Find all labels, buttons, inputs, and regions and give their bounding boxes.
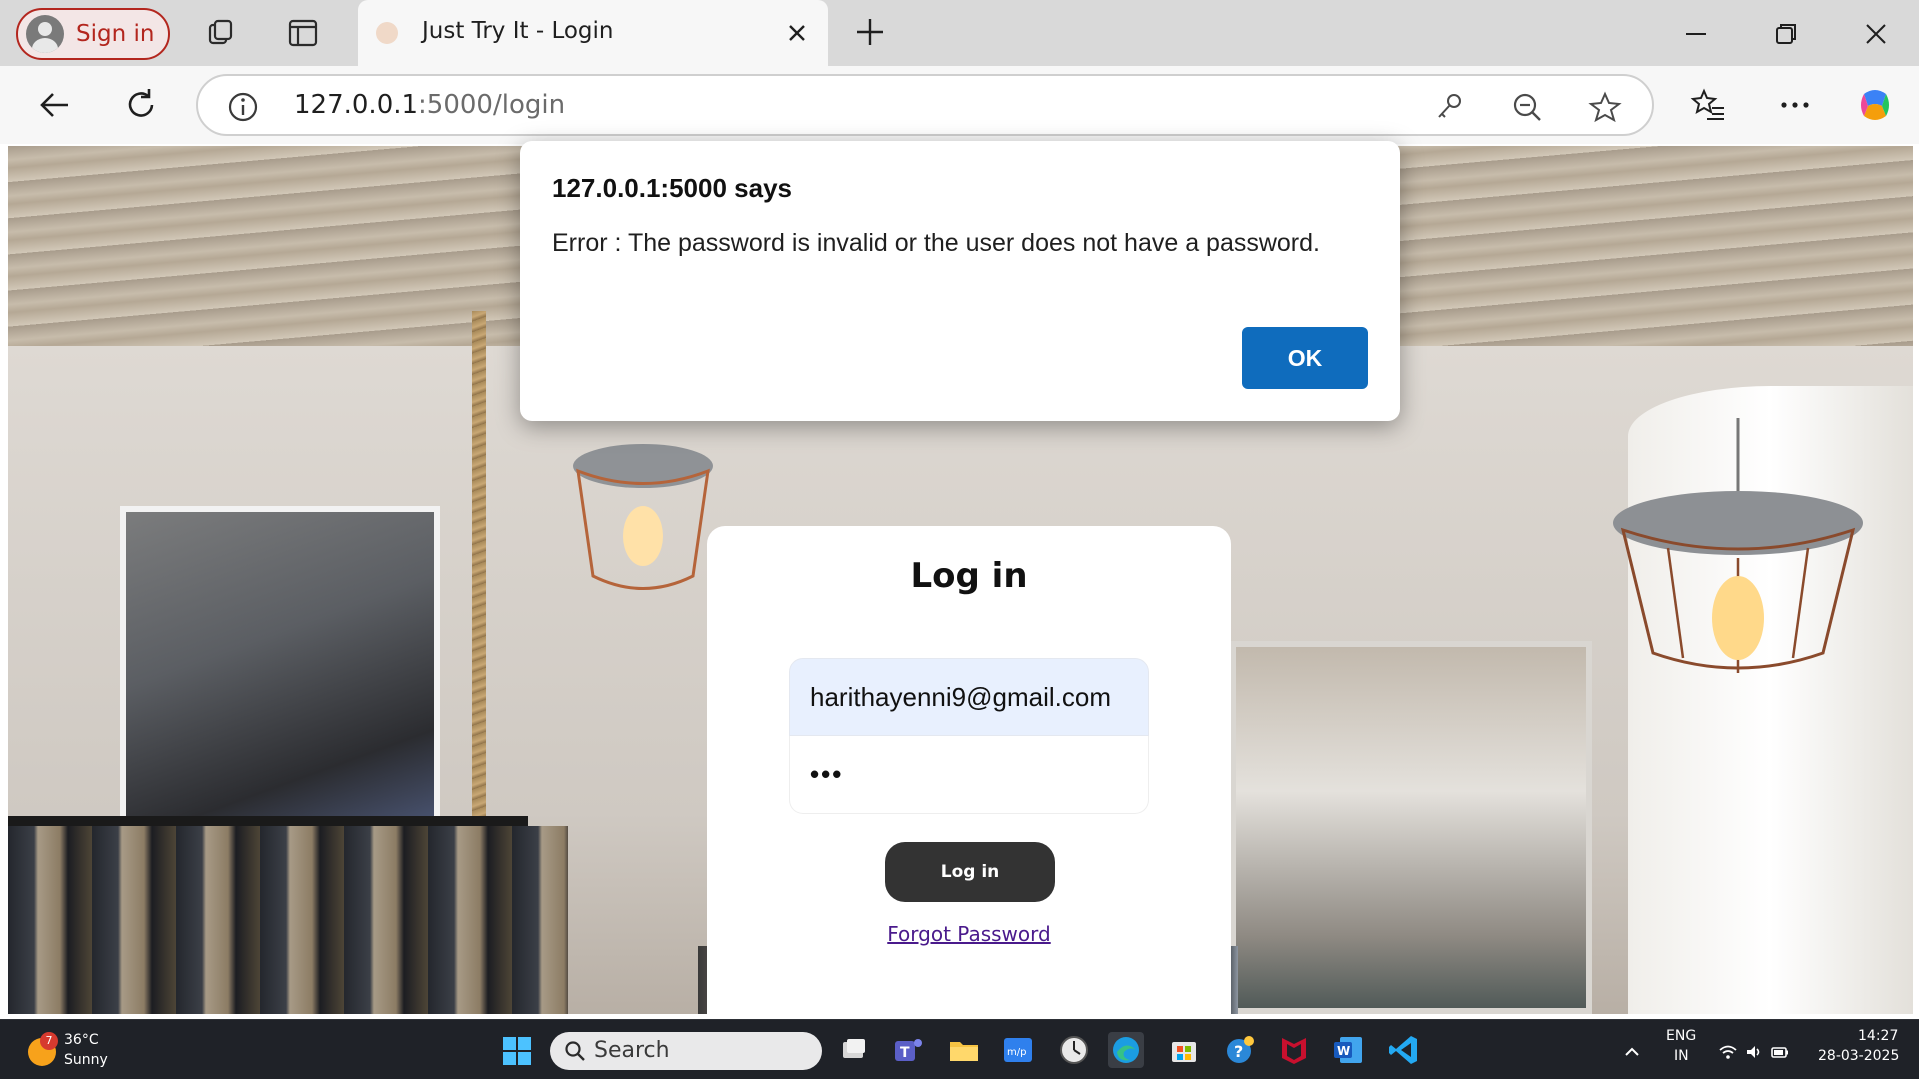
teams-icon[interactable]: T bbox=[890, 1032, 926, 1068]
windows-start-icon[interactable] bbox=[502, 1036, 532, 1066]
clock-icon[interactable] bbox=[1056, 1032, 1092, 1068]
restore-icon[interactable] bbox=[1766, 14, 1806, 54]
language-region[interactable]: IN bbox=[1674, 1048, 1689, 1064]
browser-toolbar: 127.0.0.1:5000/login bbox=[0, 66, 1919, 144]
clock-date[interactable]: 28-03-2025 bbox=[1818, 1048, 1899, 1064]
password-field[interactable]: ••• bbox=[789, 736, 1149, 814]
language-code[interactable]: ENG bbox=[1666, 1028, 1696, 1044]
copilot-icon[interactable] bbox=[1856, 86, 1894, 124]
key-icon[interactable] bbox=[1432, 90, 1466, 124]
site-favicon-icon bbox=[376, 22, 398, 44]
login-heading: Log in bbox=[910, 556, 1028, 596]
battery-icon[interactable] bbox=[1770, 1042, 1790, 1062]
mcafee-vpn-icon[interactable]: m/p bbox=[1000, 1032, 1036, 1068]
volume-icon[interactable] bbox=[1744, 1042, 1764, 1062]
chevron-up-icon[interactable] bbox=[1622, 1042, 1642, 1062]
taskbar-search-box[interactable]: Search bbox=[550, 1032, 822, 1070]
url-text[interactable]: 127.0.0.1:5000/login bbox=[294, 90, 565, 120]
vscode-icon[interactable] bbox=[1386, 1032, 1422, 1068]
more-icon[interactable] bbox=[1776, 86, 1814, 124]
search-icon bbox=[565, 1041, 585, 1061]
refresh-icon[interactable] bbox=[122, 86, 160, 124]
notification-badge: 7 bbox=[40, 1032, 58, 1050]
file-explorer-icon[interactable] bbox=[946, 1032, 982, 1068]
tab-title: Just Try It - Login bbox=[422, 18, 614, 44]
background-lamp-left bbox=[573, 444, 713, 590]
help-icon[interactable]: ? bbox=[1222, 1032, 1258, 1068]
close-tab-icon[interactable] bbox=[782, 18, 812, 48]
svg-text:?: ? bbox=[1234, 1042, 1243, 1061]
background-poster bbox=[120, 506, 440, 846]
background-clothes bbox=[8, 826, 568, 1014]
background-lamp-right bbox=[1613, 418, 1863, 673]
word-icon[interactable]: W bbox=[1330, 1032, 1366, 1068]
sign-in-label: Sign in bbox=[76, 21, 155, 47]
wifi-icon[interactable] bbox=[1718, 1042, 1738, 1062]
edge-icon bbox=[1113, 1037, 1139, 1063]
url-path: :5000/login bbox=[418, 90, 566, 120]
forgot-password-link[interactable]: Forgot Password bbox=[707, 922, 1231, 946]
info-icon[interactable] bbox=[226, 90, 260, 124]
profile-avatar-icon bbox=[26, 15, 64, 53]
close-window-icon[interactable] bbox=[1856, 14, 1896, 54]
windows-taskbar: 7 36°C Sunny Search T m/p ? W ENG IN 14:… bbox=[0, 1019, 1919, 1079]
svg-text:W: W bbox=[1337, 1044, 1350, 1058]
sign-in-button[interactable]: Sign in bbox=[16, 8, 170, 60]
login-button[interactable]: Log in bbox=[885, 842, 1055, 902]
weather-widget[interactable]: 7 36°C Sunny bbox=[24, 1030, 164, 1072]
background-mirror bbox=[1230, 641, 1592, 1014]
back-icon[interactable] bbox=[36, 86, 74, 124]
weather-condition: Sunny bbox=[64, 1052, 108, 1068]
favorites-list-icon[interactable] bbox=[1690, 86, 1728, 124]
url-host: 127.0.0.1 bbox=[294, 90, 419, 120]
weather-temperature: 36°C bbox=[64, 1032, 99, 1048]
favorite-star-icon[interactable] bbox=[1588, 90, 1622, 124]
address-bar[interactable]: 127.0.0.1:5000/login bbox=[196, 74, 1654, 136]
svg-text:T: T bbox=[900, 1045, 910, 1061]
task-view-icon[interactable] bbox=[836, 1032, 872, 1068]
new-tab-icon[interactable] bbox=[852, 14, 888, 50]
email-field[interactable]: harithayenni9@gmail.com bbox=[789, 658, 1149, 736]
search-label: Search bbox=[594, 1038, 670, 1063]
alert-title: 127.0.0.1:5000 says bbox=[552, 173, 792, 203]
edge-taskbar-button[interactable] bbox=[1108, 1032, 1144, 1068]
minimize-icon[interactable] bbox=[1676, 14, 1716, 54]
ok-button[interactable]: OK bbox=[1242, 327, 1368, 389]
mcafee-icon[interactable] bbox=[1276, 1032, 1312, 1068]
store-icon[interactable] bbox=[1166, 1032, 1202, 1068]
clock-time[interactable]: 14:27 bbox=[1858, 1028, 1898, 1044]
zoom-out-icon[interactable] bbox=[1510, 90, 1544, 124]
alert-message: Error : The password is invalid or the u… bbox=[552, 229, 1320, 257]
svg-text:m/p: m/p bbox=[1007, 1047, 1026, 1058]
workspaces-icon[interactable] bbox=[204, 16, 238, 50]
browser-tab-strip: Sign in Just Try It - Login bbox=[0, 0, 1919, 66]
login-card: Log in harithayenni9@gmail.com ••• Log i… bbox=[707, 526, 1231, 1014]
tab-just-try-it-login[interactable]: Just Try It - Login bbox=[358, 0, 828, 66]
alert-dialog: 127.0.0.1:5000 says Error : The password… bbox=[520, 141, 1400, 421]
vertical-tabs-icon[interactable] bbox=[286, 16, 320, 50]
